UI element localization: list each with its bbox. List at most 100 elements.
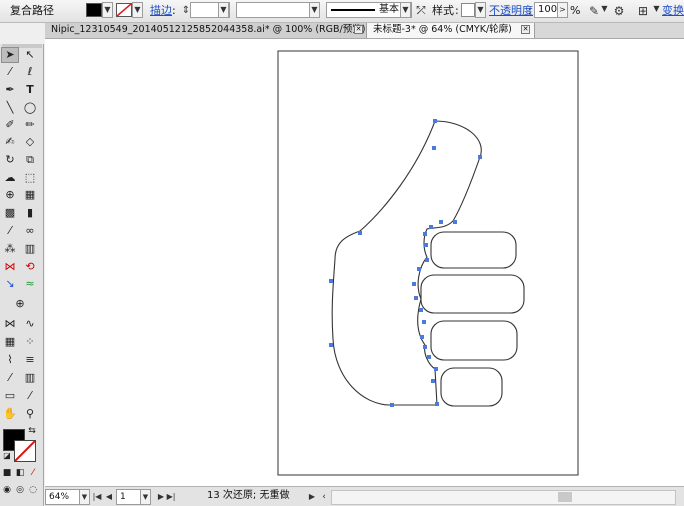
align-arrow[interactable]: ▼ <box>651 2 662 18</box>
blend-tool-icon[interactable]: ∞ <box>21 223 39 239</box>
reshape-tool-icon[interactable]: ⟲ <box>21 259 39 275</box>
stroke-color-swatch[interactable] <box>116 3 132 17</box>
symbol-sprayer-tool-icon[interactable]: ⁂ <box>1 241 19 257</box>
document-tab-nipic[interactable]: Nipic_12310549_20140512125852044358.ai* … <box>45 23 367 38</box>
stroke-weight-arrow[interactable]: ▼ <box>218 2 229 18</box>
wave-tool-icon[interactable]: ∿ <box>21 316 39 332</box>
hand-tool-icon[interactable]: ✋ <box>1 406 19 422</box>
close-icon[interactable]: ✕ <box>354 25 363 34</box>
fill-dropdown-arrow[interactable]: ▼ <box>102 2 113 18</box>
last-page-icon[interactable]: ▶| <box>166 489 176 505</box>
graphic-style-swatch[interactable] <box>461 3 475 17</box>
brush-definition-arrow[interactable]: ▼ <box>400 2 411 18</box>
curvature-tool-icon[interactable]: ↘ <box>1 276 19 292</box>
opacity-link[interactable]: 不透明度 <box>489 0 533 22</box>
anchor-point <box>478 155 482 159</box>
blob-brush-tool-icon[interactable]: ✍ <box>1 134 19 150</box>
status-menu-arrow[interactable]: ▶ <box>307 489 317 505</box>
shape-builder-tool-icon[interactable]: ⊕ <box>1 187 19 203</box>
close-icon[interactable]: ✕ <box>521 25 530 34</box>
opacity-unit: % <box>570 4 581 17</box>
stroke-dropdown-arrow[interactable]: ▼ <box>132 2 143 18</box>
stroke-color-box[interactable] <box>14 440 36 462</box>
next-page-icon[interactable]: ▶ <box>156 489 166 505</box>
draw-normal-icon[interactable]: ◉ <box>1 484 13 496</box>
zoom-dropdown-arrow[interactable]: ▼ <box>79 489 90 505</box>
pen-tool-icon[interactable]: ✒ <box>1 82 19 98</box>
tab-title: Nipic_12310549_20140512125852044358.ai* … <box>51 24 366 35</box>
default-colors-icon[interactable]: ◪ <box>2 451 12 461</box>
anchor-point <box>422 320 426 324</box>
zigzag-tool-icon[interactable]: ⌇ <box>1 352 19 368</box>
graphic-style-arrow[interactable]: ▼ <box>475 2 486 18</box>
anchor-point <box>423 232 427 236</box>
warp-tool-icon[interactable]: ☁ <box>1 170 19 186</box>
opacity-arrow[interactable]: > <box>557 2 568 18</box>
anchor-point <box>434 367 438 371</box>
transform-link[interactable]: 变换 <box>662 0 684 22</box>
anchor-point <box>453 220 457 224</box>
column-graph-tool-icon[interactable]: ▥ <box>21 241 39 257</box>
scrollbar-thumb[interactable] <box>558 492 572 502</box>
stroke-panel-link[interactable]: 描边 <box>150 0 172 22</box>
anchor-point <box>423 345 427 349</box>
artboard-tool-icon[interactable]: ▭ <box>1 388 19 404</box>
no-stroke-icon <box>15 441 35 461</box>
document-tab-bar: Nipic_12310549_20140512125852044358.ai* … <box>45 23 684 39</box>
none-mode-icon[interactable]: ⁄ <box>27 467 39 479</box>
bar-chart-tool-icon[interactable]: ▥ <box>21 370 39 386</box>
draw-behind-icon[interactable]: ◎ <box>14 484 26 496</box>
grid-tool-icon[interactable]: ▦ <box>1 334 19 350</box>
arrange-icon[interactable]: ⤱ <box>413 3 429 19</box>
width-tool-icon[interactable]: ⋈ <box>1 259 19 275</box>
canvas-area[interactable] <box>45 39 684 486</box>
gradient-mode-icon[interactable]: ◧ <box>14 467 26 479</box>
free-transform-tool-icon[interactable]: ⬚ <box>21 170 39 186</box>
slice-tool-icon[interactable]: ⁄ <box>21 388 39 404</box>
horizontal-scrollbar[interactable] <box>331 490 676 505</box>
magic-wand-tool-icon[interactable]: ⁄ <box>1 64 19 80</box>
align-grid-icon[interactable]: ⊞ <box>635 3 651 19</box>
crosshair-tool-icon[interactable]: ⊕ <box>11 296 29 312</box>
sprayer-tool-icon[interactable]: ⁘ <box>21 334 39 350</box>
zoom-field[interactable]: 64% <box>45 489 83 505</box>
recolor-arrow[interactable]: ▼ <box>599 2 610 18</box>
line-segment-tool-icon[interactable]: ╲ <box>1 100 19 116</box>
selection-type-label: 复合路径 <box>10 4 54 17</box>
variable-width-profile[interactable] <box>236 2 320 18</box>
rotate-tool-icon[interactable]: ↻ <box>1 152 19 168</box>
variable-width-arrow[interactable]: ▼ <box>309 2 320 18</box>
mesh-tool-icon[interactable]: ▩ <box>1 205 19 221</box>
selection-tool-icon[interactable]: ➤ <box>1 47 19 63</box>
brush-profile-label: 基本 <box>379 4 399 15</box>
anchor-point <box>329 279 333 283</box>
ellipse-tool-icon[interactable]: ◯ <box>21 100 39 116</box>
direct-selection-tool-icon[interactable]: ↖ <box>21 47 39 63</box>
pencil-tool-icon[interactable]: ✏ <box>21 117 39 133</box>
gradient-tool-icon[interactable]: ▮ <box>21 205 39 221</box>
list-tool-icon[interactable]: ≡ <box>21 352 39 368</box>
eyedropper-alt-tool-icon[interactable]: ⁄ <box>1 370 19 386</box>
eyedropper-tool-icon[interactable]: ⁄ <box>1 223 19 239</box>
gear-icon[interactable]: ⚙ <box>611 3 627 19</box>
lasso-tool-icon[interactable]: ℓ <box>21 64 39 80</box>
scale-tool-icon[interactable]: ⧉ <box>21 152 39 168</box>
page-dropdown-arrow[interactable]: ▼ <box>140 489 151 505</box>
brush-stroke-preview <box>331 9 375 11</box>
color-mode-icon[interactable]: ■ <box>1 467 13 479</box>
zoom-tool-icon[interactable]: ⚲ <box>21 406 39 422</box>
fill-color-swatch[interactable] <box>86 3 102 17</box>
scroll-left-arrow[interactable]: ‹ <box>319 489 329 505</box>
eraser-tool-icon[interactable]: ◇ <box>21 134 39 150</box>
smooth-tool-icon[interactable]: ≈ <box>21 276 39 292</box>
swap-fill-stroke-icon[interactable]: ⇆ <box>26 425 38 437</box>
draw-inside-icon[interactable]: ◌ <box>27 484 39 496</box>
type-tool-icon[interactable]: T <box>21 82 39 98</box>
envelope-tool-icon[interactable]: ⋈ <box>1 316 19 332</box>
document-tab-untitled-3[interactable]: 未标题-3* @ 64% (CMYK/轮廓) ✕ <box>367 23 535 38</box>
perspective-grid-tool-icon[interactable]: ▦ <box>21 187 39 203</box>
no-stroke-icon <box>117 4 131 16</box>
paintbrush-tool-icon[interactable]: ✐ <box>1 117 19 133</box>
first-page-icon[interactable]: |◀ <box>92 489 102 505</box>
prev-page-icon[interactable]: ◀ <box>104 489 114 505</box>
